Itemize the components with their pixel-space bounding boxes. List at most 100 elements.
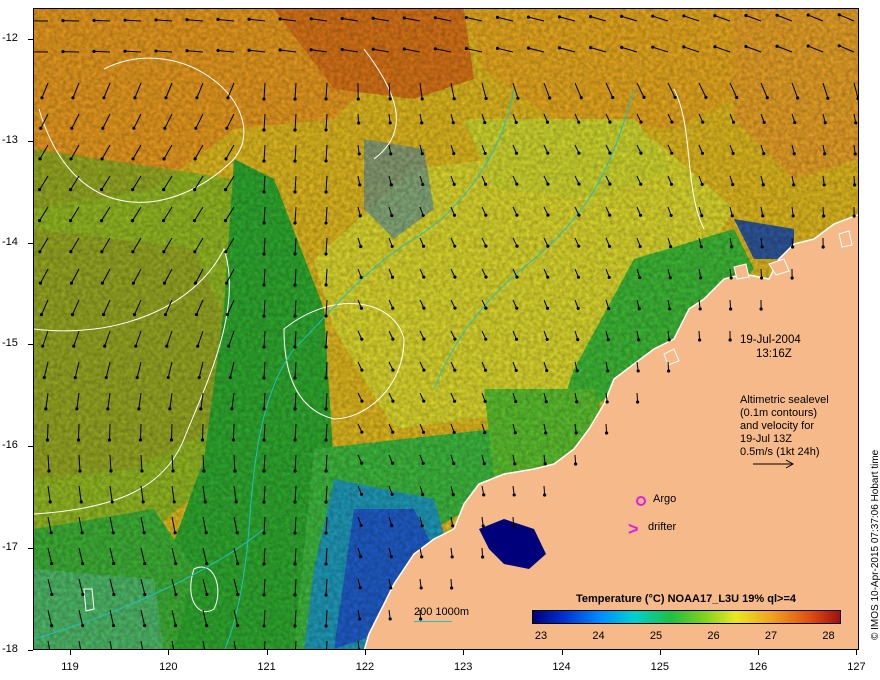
velocity-arrow-head [419,586,423,590]
velocity-arrow-head [123,18,127,22]
velocity-arrow-head [451,524,455,528]
velocity-arrow-head [388,617,392,621]
velocity-arrow-head [154,18,158,22]
velocity-arrow-head [608,213,612,217]
velocity-arrow-head [324,500,328,504]
velocity-arrow-head [453,244,457,248]
velocity-arrow-head [670,151,674,155]
drifter-label: drifter [648,521,677,533]
velocity-arrow-head [390,244,394,249]
velocity-arrow-head [340,16,344,21]
velocity-arrow-head [226,96,230,100]
velocity-arrow-head [359,244,363,249]
velocity-arrow-head [651,14,655,18]
velocity-arrow-head [293,562,297,566]
velocity-arrow-head [231,438,236,442]
velocity-arrow-head [759,307,763,311]
velocity-arrow-head [526,46,531,50]
velocity-arrow-head [546,244,550,248]
velocity-arrow-head [484,213,488,217]
velocity-arrow [232,423,235,441]
velocity-arrow-head [760,245,764,249]
colorbar-tick-label: 23 [534,630,548,642]
latitude-tick [28,649,33,651]
longitude-label: 120 [159,661,178,673]
velocity-arrow-head [577,182,581,186]
velocity-arrow-head [68,218,73,223]
latitude-label: -13 [2,133,18,146]
velocity-arrow-head [47,469,51,473]
velocity-arrow-head [164,96,168,100]
altimetry-note-line-4: 19-Jul 13Z [740,433,792,445]
velocity-arrow-head [420,121,424,125]
velocity-arrow-head [744,44,748,49]
velocity-arrow-head [514,368,518,373]
velocity-arrow-head [309,17,313,21]
velocity-arrow-head [193,188,197,192]
velocity-arrow-head [579,96,583,100]
argo-label: Argo [653,493,677,505]
velocity-arrow-head [391,306,395,310]
velocity-arrow-head [137,407,141,411]
velocity-arrow-head [70,313,75,317]
velocity-arrow-head [452,461,456,466]
velocity-arrow-head [202,469,206,473]
velocity-arrow-head [360,430,364,434]
velocity-arrow-head [324,128,328,132]
velocity-arrow-head [822,183,826,187]
velocity-arrow-head [49,531,53,535]
velocity-arrow-head [235,623,240,628]
velocity-arrow-head [605,431,609,435]
velocity-arrow-head [293,407,297,411]
velocity-arrow-head [483,399,487,404]
velocity-arrow-head [71,96,75,100]
velocity-arrow-head [234,500,238,504]
velocity-arrow-head [452,430,456,435]
velocity-arrow-head [359,554,363,559]
velocity-arrow-head [138,438,143,442]
velocity-arrow-head [704,95,708,100]
velocity-arrow-head [402,16,406,20]
velocity-arrow-head [577,120,581,124]
velocity-arrow-head [620,14,624,18]
velocity-arrow-head [730,214,734,218]
velocity-arrow-head [639,182,643,186]
velocity-arrow-head [546,151,550,155]
velocity-arrow-head [762,120,766,125]
velocity-arrow-head [791,245,795,249]
velocity-arrow-head [391,399,395,403]
velocity-arrow-head [324,314,328,318]
velocity-arrow-head [639,120,643,124]
velocity-arrow-head [359,523,363,528]
velocity-arrow-head [132,126,136,130]
velocity-arrow-head [228,375,232,380]
velocity-arrow-head [134,344,138,348]
velocity-arrow-head [358,617,362,621]
velocity-arrow-head [112,561,116,566]
velocity-arrow-head [293,593,297,597]
velocity-arrow-head [391,337,395,341]
temperature-colorbar [532,610,841,624]
latitude-label: -15 [2,337,18,350]
velocity-arrow-head [293,314,297,318]
velocity-arrow-head [607,306,611,311]
velocity-arrow-head [576,337,580,342]
velocity-arrow-head [806,44,810,48]
velocity-arrow-head [324,407,328,411]
velocity-arrow-head [516,96,520,100]
velocity-arrow-head [173,623,178,628]
velocity-arrow-head [638,213,643,217]
colorbar-tick-label: 26 [707,630,720,642]
velocity-arrow-head [420,555,424,559]
velocity-arrow-head [73,375,77,380]
velocity-arrow-head [262,314,266,318]
depth-contour-swatch [414,621,452,622]
velocity-arrow-head [636,400,640,404]
sst-map [33,8,859,650]
latitude-label: -17 [2,541,18,553]
velocity-arrow-head [293,97,297,101]
velocity-arrow-head [359,306,364,310]
velocity-arrow-head [574,462,578,466]
velocity-arrow-head [324,624,328,628]
velocity-arrow-head [162,157,166,161]
